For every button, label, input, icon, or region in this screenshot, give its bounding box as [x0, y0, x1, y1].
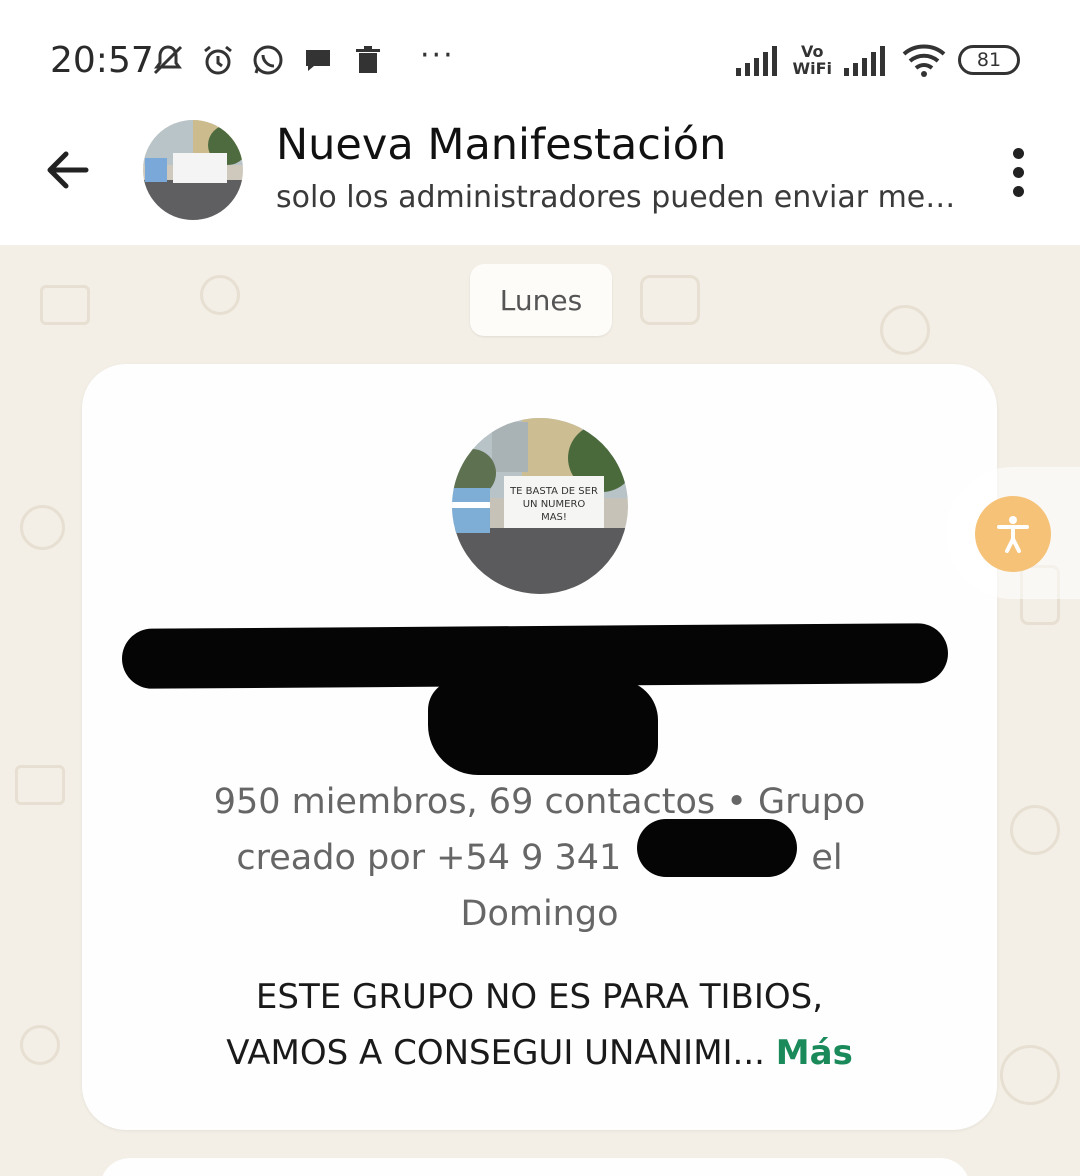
created-on-label: el [811, 838, 843, 878]
next-message-card [100, 1158, 970, 1176]
signal-icon [844, 46, 885, 76]
wallpaper-doodle [20, 505, 65, 550]
back-arrow-icon [47, 151, 89, 189]
description-line: VAMOS A CONSEGUI UNANIMI... Más [132, 1025, 947, 1081]
chat-bubble-icon [306, 50, 330, 71]
banner-text: UN NUMERO [523, 499, 586, 510]
wallpaper-doodle [15, 765, 65, 805]
more-vert-dot [1012, 166, 1024, 178]
more-vert-icon [1012, 147, 1024, 159]
chat-header: Nueva Manifestación solo los administrad… [0, 110, 1080, 245]
wallpaper-doodle [1010, 805, 1060, 855]
chat-title[interactable]: Nueva Manifestación [276, 120, 726, 170]
description-text: VAMOS A CONSEGUI UNANIMI... [226, 1033, 765, 1073]
notification-icons: ··· [150, 37, 455, 80]
group-meta: 950 miembros, 69 contactos • Grupo cread… [142, 774, 937, 942]
wifi-icon [902, 44, 946, 77]
group-info-card: TE BASTA DE SER UN NUMERO MAS! 950 miemb… [82, 364, 997, 1130]
group-description: ESTE GRUPO NO ES PARA TIBIOS, VAMOS A CO… [132, 969, 947, 1081]
creator-phone: creado por +54 9 341 [236, 838, 622, 878]
accessibility-button[interactable] [975, 496, 1051, 572]
system-icons: Vo WiFi 81 [734, 38, 1020, 82]
back-button[interactable] [36, 138, 100, 202]
status-time: 20:57 [50, 40, 154, 81]
redaction-mark [428, 680, 658, 775]
more-vert-dot [1012, 185, 1024, 197]
whatsapp-icon [253, 45, 283, 75]
banner-text: MAS! [541, 512, 567, 523]
more-options-button[interactable] [996, 140, 1040, 204]
signal-icon [736, 46, 778, 76]
accessibility-icon [997, 516, 1029, 553]
date-chip: Lunes [470, 264, 612, 336]
trash-icon [356, 46, 380, 73]
overflow-dots: ··· [420, 37, 455, 73]
vowifi-indicator: Vo WiFi [792, 43, 832, 77]
group-photo: TE BASTA DE SER UN NUMERO MAS! [452, 418, 628, 594]
status-bar: 20:57 ··· Vo WiFi 81 [0, 0, 1080, 110]
wallpaper-doodle [1000, 1045, 1060, 1105]
group-photo [143, 120, 243, 220]
group-info-avatar[interactable]: TE BASTA DE SER UN NUMERO MAS! [452, 418, 628, 594]
group-member-count: 950 miembros, 69 contactos • Grupo [213, 782, 866, 822]
redaction-mark [637, 819, 797, 877]
wallpaper-doodle [880, 305, 930, 355]
read-more-link[interactable]: Más [776, 1033, 853, 1073]
vowifi-bottom: WiFi [792, 59, 832, 78]
vowifi-top: Vo [800, 42, 824, 61]
chat-subtitle: solo los administradores pueden enviar m… [276, 180, 956, 215]
battery-level: 81 [976, 49, 1002, 71]
group-created-day: Domingo [460, 894, 619, 934]
wallpaper-doodle [40, 285, 90, 325]
alarm-icon [204, 45, 232, 75]
wallpaper-doodle [20, 1025, 60, 1065]
wallpaper-doodle [200, 275, 240, 315]
banner-text: TE BASTA DE SER [509, 486, 598, 497]
group-avatar[interactable] [143, 120, 243, 220]
battery-icon: 81 [958, 45, 1020, 75]
group-creator: creado por +54 9 341 el [142, 830, 937, 886]
mute-bell-icon [153, 45, 183, 75]
wallpaper-doodle [640, 275, 700, 325]
description-line: ESTE GRUPO NO ES PARA TIBIOS, [255, 977, 824, 1017]
